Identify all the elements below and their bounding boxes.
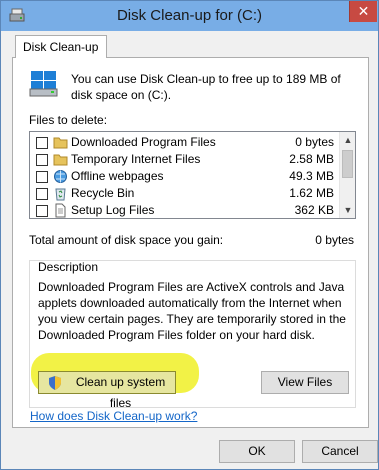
file-name: Setup Log Files: [71, 203, 155, 217]
tab-disk-cleanup[interactable]: Disk Clean-up: [15, 35, 107, 58]
list-scrollbar[interactable]: ▲ ▼: [339, 132, 355, 218]
offline-webpage-icon: [54, 170, 67, 183]
disk-cleanup-window: Disk Clean-up for (C:) ✕ Disk Clean-up Y…: [0, 0, 379, 470]
description-text: Downloaded Program Files are ActiveX con…: [38, 280, 346, 342]
list-item[interactable]: Offline webpages 49.3 MB: [30, 168, 340, 185]
document-icon: [55, 203, 66, 218]
main-panel: You can use Disk Clean-up to free up to …: [12, 57, 369, 428]
drive-icon: [29, 71, 58, 97]
checkbox[interactable]: [36, 137, 48, 149]
file-size: 0 bytes: [295, 135, 334, 149]
folder-icon: [53, 154, 68, 166]
window-title: Disk Clean-up for (C:): [116, 7, 263, 24]
file-size: 49.3 MB: [289, 169, 334, 183]
total-space-label: Total amount of disk space you gain:: [29, 233, 224, 247]
list-item[interactable]: Setup Log Files 362 KB: [30, 202, 340, 218]
file-name: Offline webpages: [71, 169, 164, 183]
close-button[interactable]: ✕: [349, 1, 377, 22]
list-item[interactable]: Downloaded Program Files 0 bytes: [30, 134, 340, 151]
file-name: Recycle Bin: [71, 186, 135, 200]
file-size: 1.62 MB: [289, 186, 334, 200]
file-size: 362 KB: [294, 203, 334, 217]
ok-button[interactable]: OK: [219, 440, 295, 463]
checkbox[interactable]: [36, 205, 48, 217]
list-item[interactable]: Recycle Bin 1.62 MB: [30, 185, 340, 202]
clean-up-system-files-label: Clean up system files: [75, 375, 166, 410]
files-to-delete-label: Files to delete:: [29, 113, 108, 127]
total-space-value: 0 bytes: [315, 233, 354, 247]
file-size: 2.58 MB: [289, 152, 334, 166]
view-files-button[interactable]: View Files: [261, 371, 349, 394]
scroll-up-icon[interactable]: ▲: [340, 132, 355, 148]
files-list[interactable]: Downloaded Program Files 0 bytes Tempora…: [29, 131, 356, 219]
scroll-thumb[interactable]: [342, 150, 353, 178]
scroll-down-icon[interactable]: ▼: [340, 202, 355, 218]
checkbox[interactable]: [36, 154, 48, 166]
help-link[interactable]: How does Disk Clean-up work?: [30, 409, 197, 423]
list-item[interactable]: Temporary Internet Files 2.58 MB: [30, 151, 340, 168]
file-name: Downloaded Program Files: [71, 135, 216, 149]
folder-icon: [53, 137, 68, 149]
title-bar[interactable]: Disk Clean-up for (C:) ✕: [1, 1, 378, 31]
file-name: Temporary Internet Files: [71, 152, 201, 166]
checkbox[interactable]: [36, 171, 48, 183]
shield-icon: [49, 376, 61, 390]
description-title: Description: [38, 260, 99, 274]
cancel-button[interactable]: Cancel: [302, 440, 378, 463]
recycle-bin-icon: [55, 188, 66, 201]
checkbox[interactable]: [36, 188, 48, 200]
clean-up-system-files-button[interactable]: Clean up system files: [38, 371, 176, 410]
intro-text: You can use Disk Clean-up to free up to …: [71, 72, 341, 102]
